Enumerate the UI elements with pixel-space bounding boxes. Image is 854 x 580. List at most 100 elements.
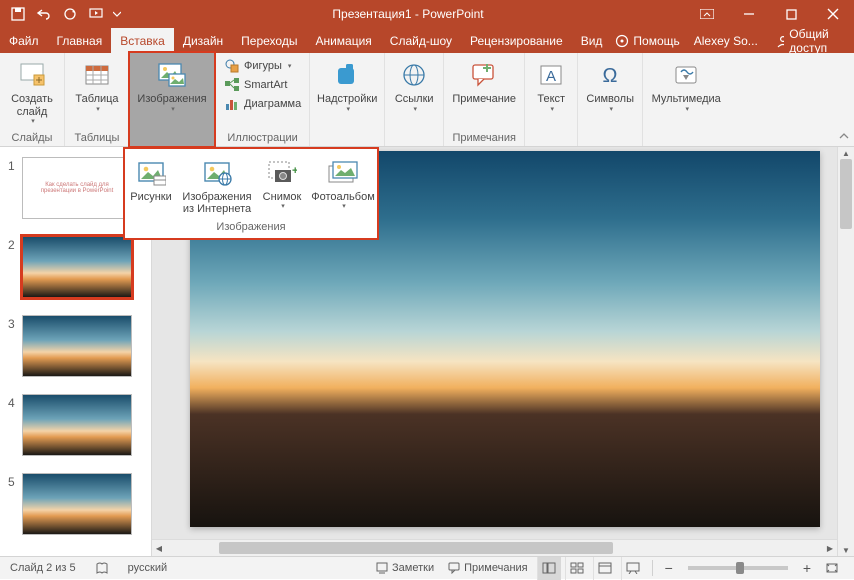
screenshot-icon: + xyxy=(266,157,298,189)
online-pictures-button[interactable]: Изображения из Интернета xyxy=(178,155,256,217)
close-icon[interactable] xyxy=(812,0,854,28)
tab-view[interactable]: Вид xyxy=(572,28,612,53)
thumbnail-slide-3[interactable] xyxy=(22,315,132,377)
notes-icon xyxy=(376,562,388,574)
statusbar: Слайд 2 из 5 русский Заметки Примечания … xyxy=(0,556,854,579)
maximize-icon[interactable] xyxy=(770,0,812,28)
smartart-button[interactable]: SmartArt xyxy=(220,76,305,94)
collapse-ribbon-icon[interactable] xyxy=(838,130,850,142)
photo-album-icon xyxy=(327,157,359,189)
symbols-icon: Ω xyxy=(594,59,626,91)
new-slide-button[interactable]: Создать слайд▾ xyxy=(4,55,60,130)
tab-slideshow[interactable]: Слайд-шоу xyxy=(381,28,461,53)
thumbnail-slide-5[interactable] xyxy=(22,473,132,535)
table-button[interactable]: Таблица▾ xyxy=(69,55,125,118)
horizontal-scrollbar[interactable]: ◀ ▶ xyxy=(152,539,837,556)
new-slide-icon xyxy=(16,59,48,91)
slideshow-view-icon[interactable] xyxy=(621,557,645,580)
fit-to-window-icon[interactable] xyxy=(820,562,844,574)
tab-animations[interactable]: Анимация xyxy=(306,28,380,53)
group-images: Изображения▾ x xyxy=(128,51,216,148)
smartart-icon xyxy=(224,77,240,93)
spellcheck-button[interactable] xyxy=(90,561,114,575)
zoom-in-button[interactable]: + xyxy=(798,560,816,576)
thumbnail-row[interactable]: 3 xyxy=(0,313,151,392)
zoom-slider[interactable] xyxy=(688,566,788,570)
scroll-down-icon[interactable]: ▼ xyxy=(838,544,854,556)
quick-access-toolbar xyxy=(0,4,130,24)
tab-review[interactable]: Рецензирование xyxy=(461,28,572,53)
scrollbar-thumb[interactable] xyxy=(219,542,613,554)
titlebar: Презентация1 - PowerPoint xyxy=(0,0,854,28)
zoom-handle[interactable] xyxy=(736,562,744,574)
start-slideshow-icon[interactable] xyxy=(86,4,106,24)
tab-design[interactable]: Дизайн xyxy=(174,28,232,53)
shapes-icon xyxy=(224,58,240,74)
thumbnail-row[interactable]: 4 xyxy=(0,392,151,471)
tab-home[interactable]: Главная xyxy=(48,28,112,53)
help-button[interactable]: Помощь xyxy=(611,34,683,48)
screenshot-button[interactable]: + Снимок▾ xyxy=(256,155,308,217)
group-symbols: Ω Символы▾ x xyxy=(578,53,643,146)
svg-text:Ω: Ω xyxy=(603,65,618,87)
group-slides: Создать слайд▾ Слайды xyxy=(0,53,65,146)
shapes-button[interactable]: Фигуры▾ xyxy=(220,57,305,75)
ribbon-display-icon[interactable] xyxy=(686,0,728,28)
tab-file[interactable]: Файл xyxy=(0,28,48,53)
scroll-up-icon[interactable]: ▲ xyxy=(838,147,854,159)
tab-insert[interactable]: Вставка xyxy=(111,28,174,53)
images-icon xyxy=(156,59,188,91)
thumbnail-slide-4[interactable] xyxy=(22,394,132,456)
group-tables-label: Таблицы xyxy=(75,130,120,146)
photo-album-button[interactable]: Фотоальбом▾ xyxy=(308,155,378,217)
images-dropdown-label: Изображения xyxy=(216,217,285,238)
thumbnail-row[interactable]: 2 xyxy=(0,234,151,313)
comment-button[interactable]: Примечание xyxy=(448,55,520,110)
text-button[interactable]: A Текст▾ xyxy=(529,55,573,118)
links-button[interactable]: Ссылки▾ xyxy=(389,55,439,118)
links-icon xyxy=(398,59,430,91)
online-pictures-icon xyxy=(201,157,233,189)
user-account[interactable]: Alexey So... xyxy=(690,34,762,48)
images-button[interactable]: Изображения▾ xyxy=(134,55,210,118)
scroll-left-icon[interactable]: ◀ xyxy=(152,544,166,553)
pictures-icon xyxy=(135,157,167,189)
media-button[interactable]: Мультимедиа▾ xyxy=(647,55,725,118)
redo-icon[interactable] xyxy=(60,4,80,24)
thumbnail-slide-1[interactable]: Как сделать слайд для презентации в Powe… xyxy=(22,157,132,219)
addins-button[interactable]: Надстройки▾ xyxy=(314,55,380,118)
group-addins: Надстройки▾ x xyxy=(310,53,385,146)
thumbnail-number: 2 xyxy=(8,236,22,252)
language-indicator[interactable]: русский xyxy=(128,562,167,574)
table-icon xyxy=(81,59,113,91)
vertical-scrollbar[interactable]: ▲ ▼ xyxy=(837,147,854,556)
group-slides-label: Слайды xyxy=(12,130,53,146)
tab-transitions[interactable]: Переходы xyxy=(232,28,306,53)
notes-button[interactable]: Заметки xyxy=(371,562,439,574)
thumbnail-slide-2[interactable] xyxy=(22,236,132,298)
normal-view-icon[interactable] xyxy=(537,557,561,580)
group-comments: Примечание Примечания xyxy=(444,53,525,146)
book-icon xyxy=(95,561,109,575)
qat-customize-icon[interactable] xyxy=(112,4,122,24)
images-dropdown: Рисунки Изображения из Интернета + Снимо… xyxy=(123,147,379,240)
pictures-button[interactable]: Рисунки xyxy=(124,155,178,217)
app-title: Презентация1 - PowerPoint xyxy=(130,7,686,21)
sorter-view-icon[interactable] xyxy=(565,557,589,580)
comment-icon xyxy=(468,59,500,91)
workspace: 1 Как сделать слайд для презентации в Po… xyxy=(0,147,854,556)
scroll-right-icon[interactable]: ▶ xyxy=(823,544,837,553)
save-icon[interactable] xyxy=(8,4,28,24)
symbols-button[interactable]: Ω Символы▾ xyxy=(582,55,638,118)
thumbnail-row[interactable]: 5 xyxy=(0,471,151,550)
minimize-icon[interactable] xyxy=(728,0,770,28)
share-button[interactable]: Общий доступ xyxy=(768,28,846,53)
chart-icon xyxy=(224,96,240,112)
reading-view-icon[interactable] xyxy=(593,557,617,580)
zoom-out-button[interactable]: − xyxy=(660,560,678,576)
chart-button[interactable]: Диаграмма xyxy=(220,95,305,113)
window-controls xyxy=(686,0,854,28)
undo-icon[interactable] xyxy=(34,4,54,24)
comments-button[interactable]: Примечания xyxy=(443,562,533,574)
scrollbar-thumb[interactable] xyxy=(840,159,852,229)
